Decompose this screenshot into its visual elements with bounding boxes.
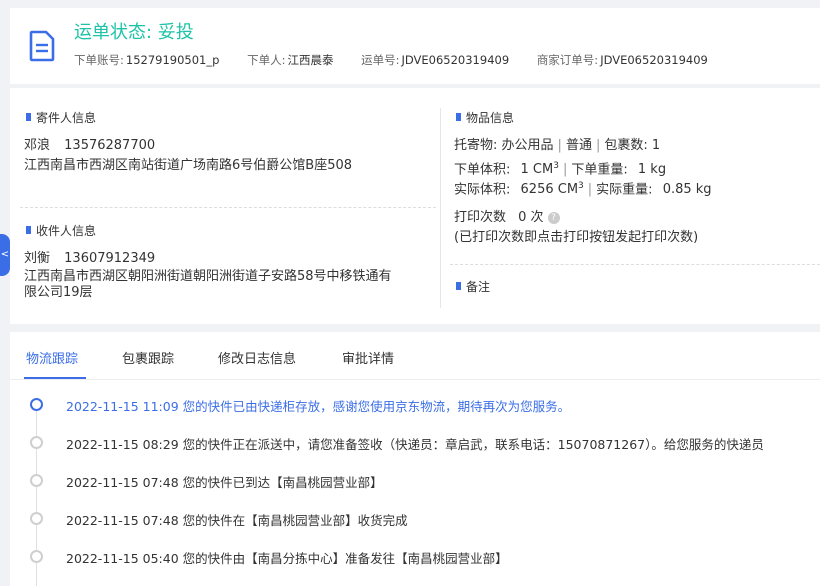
receiver-name: 刘衡 bbox=[24, 251, 51, 266]
goods-actual-row: 实际体积: 6256 CM3 | 实际重量: 0.85 kg bbox=[454, 181, 712, 198]
tab-package-tracking[interactable]: 包裹跟踪 bbox=[122, 348, 174, 367]
timeline-time: 2022-11-15 05:40 bbox=[66, 551, 179, 566]
column-divider bbox=[440, 108, 441, 308]
consignment-value: 办公用品 bbox=[501, 138, 554, 153]
receiver-address-line1: 江西南昌市西湖区朝阳洲街道朝阳洲街道子安路58号中移铁通有 bbox=[24, 269, 392, 284]
remark-section-title: 备注 bbox=[456, 278, 490, 295]
section-divider bbox=[20, 207, 436, 208]
merchant-order-value: JDVE06520319409 bbox=[600, 53, 708, 67]
help-icon[interactable]: ? bbox=[547, 212, 560, 224]
receiver-section-title: 收件人信息 bbox=[26, 222, 96, 239]
timeline-item: 2022-11-15 08:29 您的快件正在派送中，请您准备签收（快递员：章启武… bbox=[10, 431, 820, 455]
waybill-status-card: 运单状态: 妥投 下单账号: 15279190501_p 下单人: 江西晨泰 运单号… bbox=[10, 8, 820, 84]
print-count-value: 0 次 bbox=[518, 210, 544, 225]
receiver-address: 江西南昌市西湖区朝阳洲街道朝阳洲街道子安路58号中移铁通有 限公司19层 bbox=[24, 269, 434, 301]
receiver-phone: 13607912349 bbox=[64, 251, 156, 266]
actual-weight-value: 0.85 kg bbox=[662, 182, 712, 198]
order-account-label: 下单账号: bbox=[74, 53, 124, 67]
sender-address: 江西南昌市西湖区南站街道广场南路6号伯爵公馆B座508 bbox=[24, 158, 353, 173]
consignment-label: 托寄物: bbox=[454, 138, 498, 153]
timeline-message: 您的快件已到达【南昌桃园营业部】 bbox=[182, 475, 383, 490]
timeline-text: 2022-11-15 07:48 您的快件在【南昌桃园营业部】收货完成 bbox=[66, 510, 408, 529]
document-icon bbox=[29, 30, 55, 62]
package-count-label: 包裹数: bbox=[604, 138, 648, 153]
timeline-message: 您的快件已由快递柜存放，感谢您使用京东物流，期待再次为您服务。 bbox=[182, 399, 571, 414]
goods-section-title: 物品信息 bbox=[456, 109, 514, 126]
collapse-sidebar-button[interactable]: < bbox=[0, 234, 10, 276]
timeline-time: 2022-11-15 11:09 bbox=[66, 399, 179, 414]
orderer-label: 下单人: bbox=[247, 53, 286, 67]
tab-approval-details[interactable]: 审批详情 bbox=[342, 348, 394, 367]
timeline-dot bbox=[30, 474, 43, 487]
timeline-dot bbox=[30, 398, 43, 411]
receiver-contact: 刘衡 13607912349 bbox=[24, 249, 155, 269]
actual-volume-unit-sup: 3 bbox=[578, 181, 584, 191]
timeline-text: 2022-11-15 07:48 您的快件已到达【南昌桃园营业部】 bbox=[66, 472, 383, 491]
waybill-meta: 下单账号: 15279190501_p 下单人: 江西晨泰 运单号: JDVE0652… bbox=[74, 52, 720, 68]
status-title: 运单状态: 妥投 bbox=[74, 22, 194, 43]
section-divider-right bbox=[450, 264, 820, 265]
timeline-item: 2022-11-15 07:48 您的快件已到达【南昌桃园营业部】 bbox=[10, 469, 820, 493]
order-account-value: 15279190501_p bbox=[125, 53, 220, 67]
timeline-item: 2022-11-15 05:40 您的快件由【南昌分拣中心】准备发往【南昌桃园营业… bbox=[10, 545, 820, 569]
timeline-time: 2022-11-15 07:48 bbox=[66, 513, 179, 528]
waybill-value: JDVE06520319409 bbox=[401, 53, 510, 67]
timeline-text: 2022-11-15 05:40 您的快件由【南昌分拣中心】准备发往【南昌桃园营业… bbox=[66, 548, 508, 567]
tracking-card: 物流跟踪 包裹跟踪 修改日志信息 审批详情 2022-11-15 11:09 您的… bbox=[10, 332, 820, 586]
receiver-address-line2: 限公司19层 bbox=[24, 285, 93, 300]
timeline-text: 2022-11-15 11:09 您的快件已由快递柜存放，感谢您使用京东物流，期待… bbox=[66, 396, 570, 415]
active-tab-indicator bbox=[24, 377, 86, 379]
timeline-dot bbox=[30, 436, 43, 449]
timeline-dot bbox=[30, 512, 43, 525]
orderer-value: 江西晨泰 bbox=[287, 53, 334, 67]
tab-bar: 物流跟踪 包裹跟踪 修改日志信息 审批详情 bbox=[10, 332, 820, 380]
sender-name: 邓浪 bbox=[24, 138, 51, 153]
order-volume-unit-sup: 3 bbox=[553, 161, 559, 171]
timeline-message: 您的快件由【南昌分拣中心】准备发往【南昌桃园营业部】 bbox=[182, 551, 508, 566]
tab-logistics-tracking[interactable]: 物流跟踪 bbox=[26, 348, 78, 367]
tab-change-log[interactable]: 修改日志信息 bbox=[218, 348, 296, 367]
timeline-text: 2022-11-15 08:29 您的快件正在派送中，请您准备签收（快递员：章启武… bbox=[66, 434, 764, 453]
service-type: 普通 bbox=[565, 138, 592, 153]
sender-section-title: 寄件人信息 bbox=[26, 109, 96, 126]
actual-weight-label: 实际重量: bbox=[596, 182, 653, 198]
actual-volume-value: 6256 CM bbox=[520, 182, 579, 198]
timeline-time: 2022-11-15 08:29 bbox=[66, 437, 179, 452]
shipment-info-card: 寄件人信息 邓浪 13576287700 江西南昌市西湖区南站街道广场南路6号伯… bbox=[10, 88, 820, 324]
print-note: (已打印次数即点击打印按钮发起打印次数) bbox=[454, 230, 699, 245]
actual-volume-label: 实际体积: bbox=[454, 182, 511, 198]
timeline-message: 您的快件在【南昌桃园营业部】收货完成 bbox=[182, 513, 408, 528]
sender-phone: 13576287700 bbox=[64, 138, 156, 153]
print-count-label: 打印次数 bbox=[454, 210, 507, 225]
goods-consignment-row: 托寄物: 办公用品 | 普通 | 包裹数: 1 bbox=[454, 138, 661, 153]
sender-contact: 邓浪 13576287700 bbox=[24, 136, 155, 156]
timeline-message: 您的快件正在派送中，请您准备签收（快递员：章启武，联系电话：1507087126… bbox=[182, 437, 764, 452]
timeline-item: 2022-11-15 11:09 您的快件已由快递柜存放，感谢您使用京东物流，期待… bbox=[10, 393, 820, 417]
timeline-item: 2022-11-15 07:48 您的快件在【南昌桃园营业部】收货完成 bbox=[10, 507, 820, 531]
package-count-value: 1 bbox=[651, 138, 661, 153]
waybill-label: 运单号: bbox=[361, 53, 400, 67]
print-count-row: 打印次数 0 次? bbox=[454, 208, 560, 228]
merchant-order-label: 商家订单号: bbox=[536, 53, 599, 67]
timeline-time: 2022-11-15 07:48 bbox=[66, 475, 179, 490]
timeline-dot bbox=[30, 550, 43, 563]
